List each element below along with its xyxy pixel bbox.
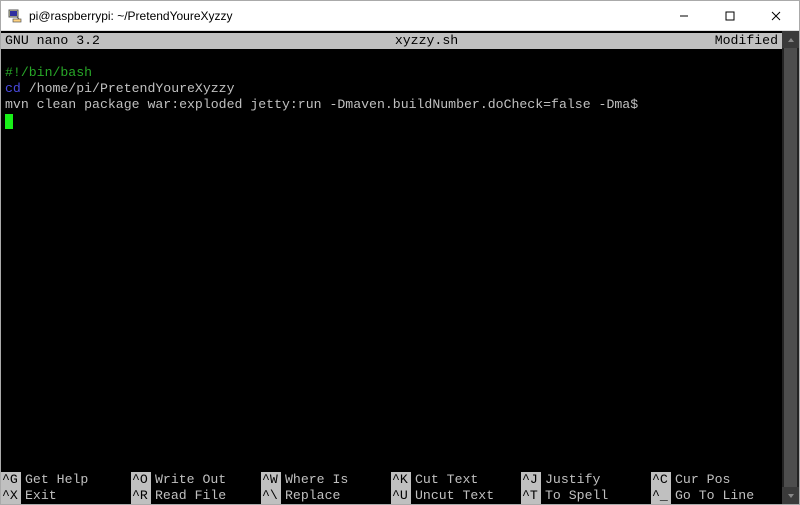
window-titlebar: pi@raspberrypi: ~/PretendYoureXyzzy bbox=[1, 1, 799, 31]
terminal[interactable]: GNU nano 3.2 xyzzy.sh Modified #!/bin/ba… bbox=[1, 31, 782, 504]
file-line-3: mvn clean package war:exploded jetty:run… bbox=[5, 97, 778, 113]
shortcut-item: ^CCur Pos bbox=[651, 472, 781, 488]
shortcut-label: Replace bbox=[281, 488, 340, 504]
window-title: pi@raspberrypi: ~/PretendYoureXyzzy bbox=[29, 9, 661, 23]
nano-shortcuts: ^GGet Help^OWrite Out^WWhere Is^KCut Tex… bbox=[1, 472, 782, 504]
shortcut-item: ^JJustify bbox=[521, 472, 651, 488]
window-maximize-button[interactable] bbox=[707, 1, 753, 30]
window-minimize-button[interactable] bbox=[661, 1, 707, 30]
shortcut-key: ^G bbox=[1, 472, 21, 488]
file-line-1: #!/bin/bash bbox=[5, 65, 92, 80]
shortcut-label: Exit bbox=[21, 488, 57, 504]
shortcut-key: ^\ bbox=[261, 488, 281, 504]
shortcut-item: ^WWhere Is bbox=[261, 472, 391, 488]
shortcut-key: ^X bbox=[1, 488, 21, 504]
shortcut-label: Justify bbox=[541, 472, 600, 488]
shortcut-key: ^T bbox=[521, 488, 541, 504]
shortcut-label: Get Help bbox=[21, 472, 88, 488]
scrollbar-down-button[interactable] bbox=[782, 487, 799, 504]
window-close-button[interactable] bbox=[753, 1, 799, 30]
shortcut-key: ^K bbox=[391, 472, 411, 488]
nano-header: GNU nano 3.2 xyzzy.sh Modified bbox=[1, 33, 782, 49]
shortcut-item: ^XExit bbox=[1, 488, 131, 504]
shortcut-label: Go To Line bbox=[671, 488, 754, 504]
shortcut-label: To Spell bbox=[541, 488, 608, 504]
shortcut-item: ^KCut Text bbox=[391, 472, 521, 488]
scrollbar-up-button[interactable] bbox=[782, 31, 799, 48]
shortcut-item: ^OWrite Out bbox=[131, 472, 261, 488]
shortcut-item: ^RRead File bbox=[131, 488, 261, 504]
editor-content[interactable]: #!/bin/bash cd /home/pi/PretendYoureXyzz… bbox=[1, 49, 782, 472]
shortcut-item: ^UUncut Text bbox=[391, 488, 521, 504]
shortcut-label: Uncut Text bbox=[411, 488, 494, 504]
shortcut-key: ^C bbox=[651, 472, 671, 488]
file-line-2-cmd: cd bbox=[5, 81, 21, 96]
shortcut-key: ^R bbox=[131, 488, 151, 504]
scrollbar-vertical[interactable] bbox=[782, 31, 799, 504]
shortcut-item: ^_Go To Line bbox=[651, 488, 781, 504]
putty-icon bbox=[7, 8, 23, 24]
shortcut-item: ^\Replace bbox=[261, 488, 391, 504]
shortcut-item: ^GGet Help bbox=[1, 472, 131, 488]
shortcut-key: ^W bbox=[261, 472, 281, 488]
scrollbar-track[interactable] bbox=[782, 48, 799, 487]
editor-status: Modified bbox=[715, 33, 778, 48]
shortcut-label: Write Out bbox=[151, 472, 226, 488]
shortcut-key: ^U bbox=[391, 488, 411, 504]
shortcut-label: Read File bbox=[151, 488, 226, 504]
shortcut-key: ^J bbox=[521, 472, 541, 488]
shortcut-label: Where Is bbox=[281, 472, 348, 488]
editor-program: GNU nano 3.2 bbox=[5, 33, 100, 48]
shortcut-key: ^O bbox=[131, 472, 151, 488]
editor-filename: xyzzy.sh bbox=[395, 33, 458, 48]
shortcut-label: Cur Pos bbox=[671, 472, 730, 488]
shortcut-key: ^_ bbox=[651, 488, 671, 504]
file-line-2-args: /home/pi/PretendYoureXyzzy bbox=[21, 81, 235, 96]
shortcut-item: ^TTo Spell bbox=[521, 488, 651, 504]
scrollbar-thumb[interactable] bbox=[784, 48, 797, 487]
cursor bbox=[5, 114, 13, 129]
shortcut-label: Cut Text bbox=[411, 472, 478, 488]
